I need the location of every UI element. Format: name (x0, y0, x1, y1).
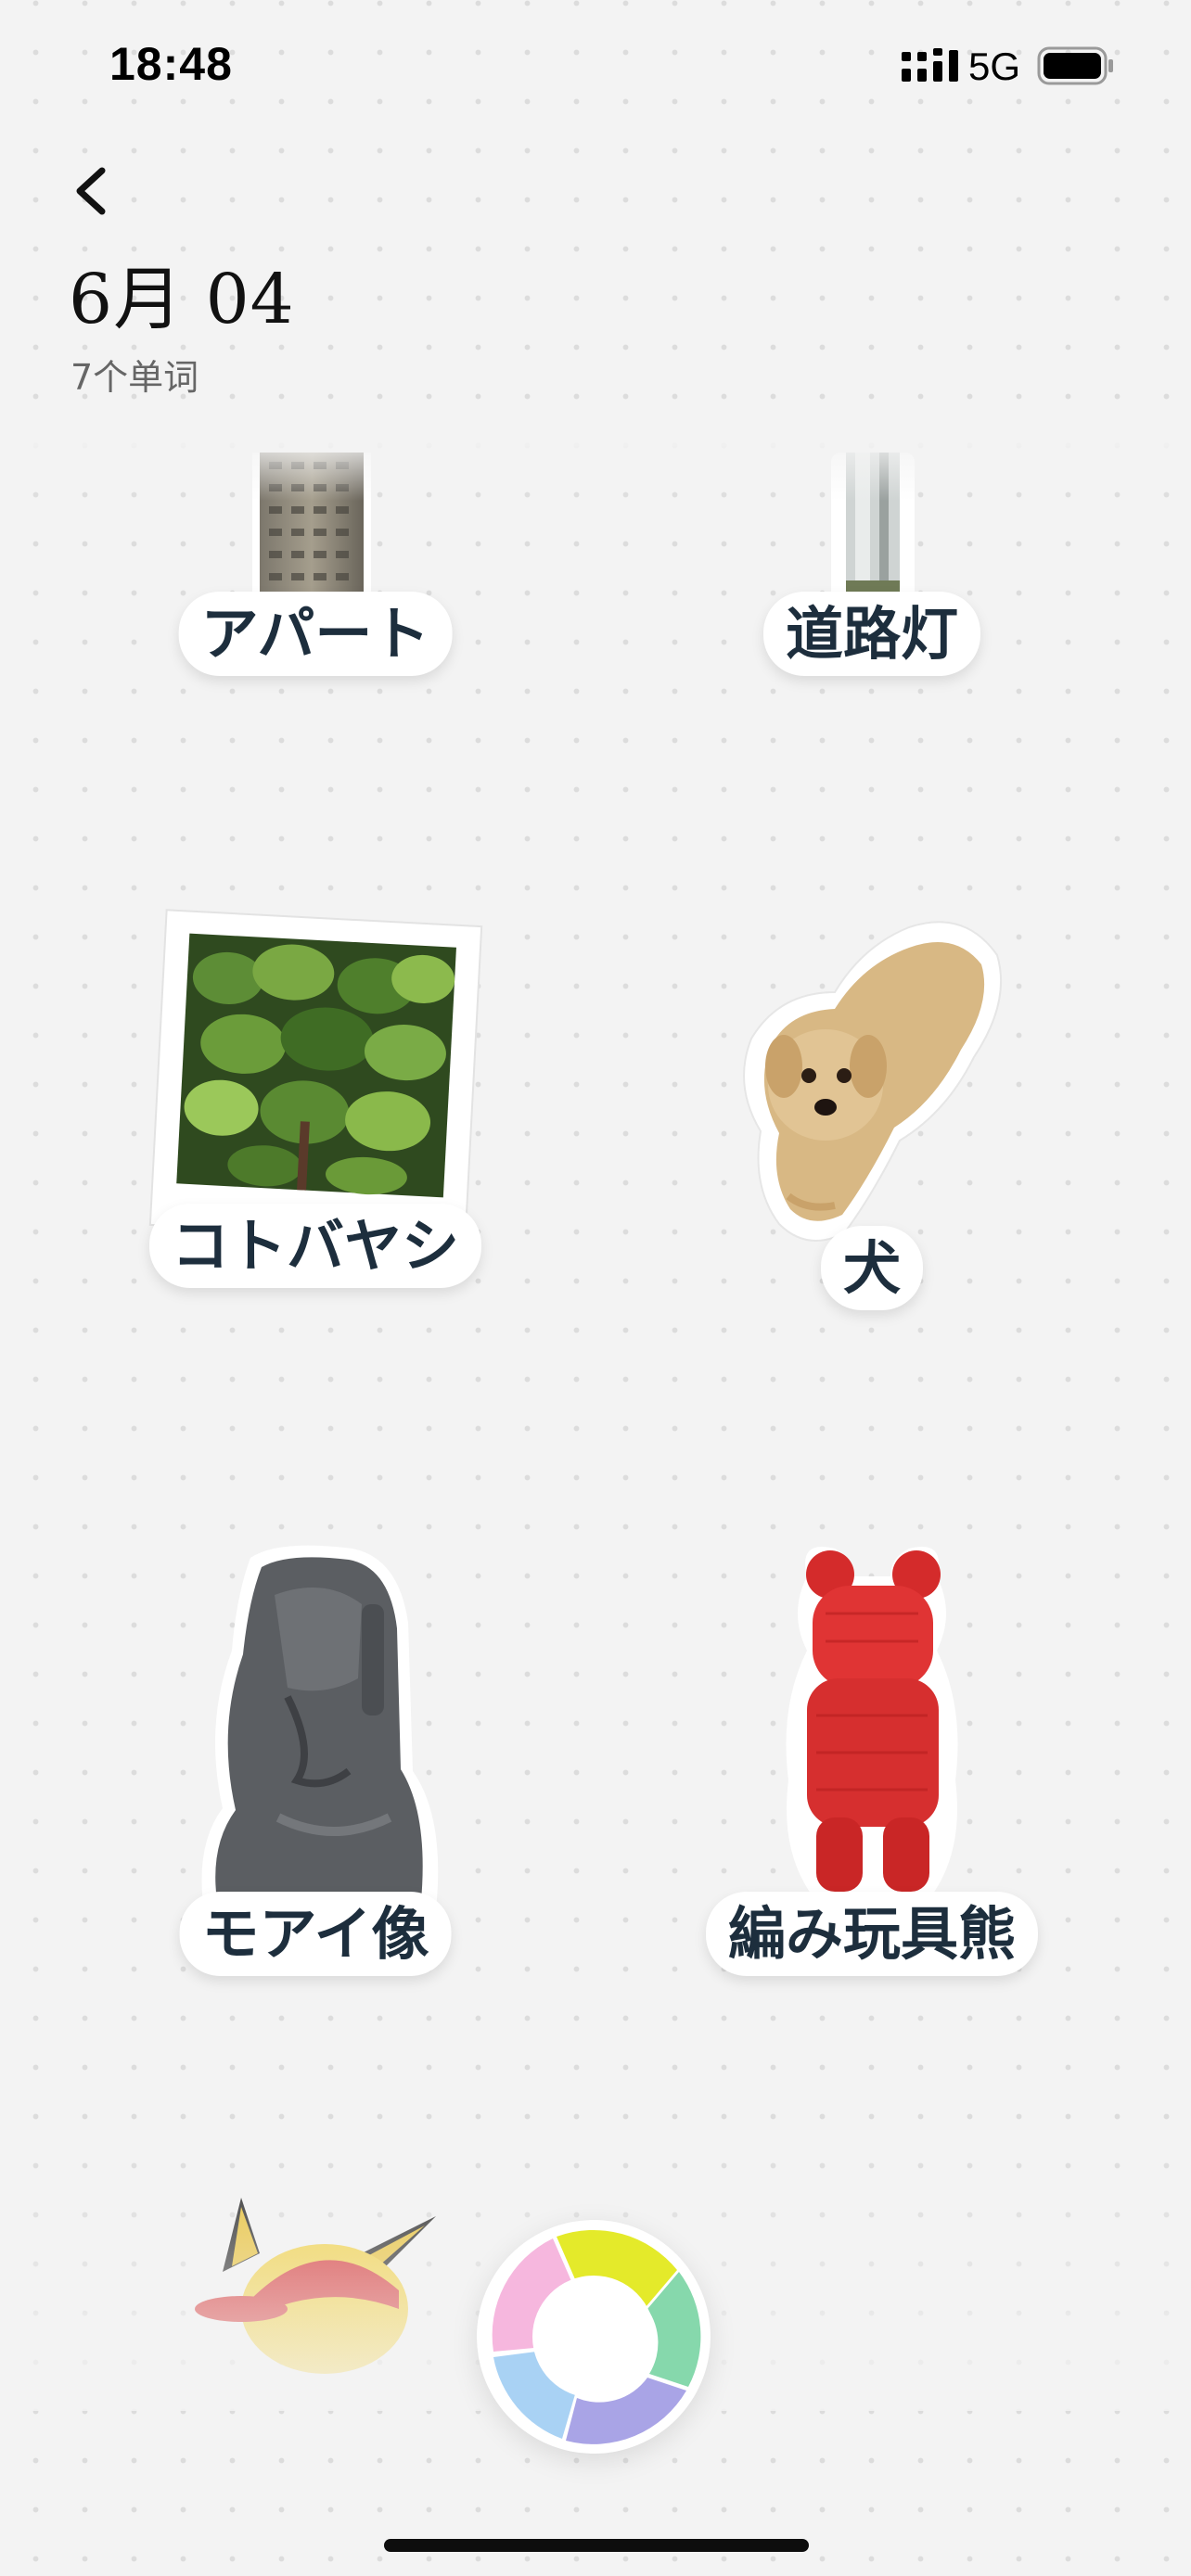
word-card-kotobayashi[interactable]: コトバヤシ (139, 909, 492, 1317)
cellular-signal-icon (902, 48, 958, 82)
camera-capture-button[interactable] (477, 2220, 711, 2454)
status-bar: 18:48 5G (0, 0, 1191, 130)
page-title: 6月 04 (69, 260, 295, 339)
dog-sticker-image (743, 921, 1003, 1242)
home-indicator (384, 2539, 809, 2552)
word-card-dog[interactable]: 犬 (724, 890, 1020, 1335)
battery-icon (1037, 46, 1113, 85)
word-label: 犬 (820, 1226, 924, 1311)
word-card-moai[interactable]: モアイ像 (148, 1539, 482, 1984)
word-label: 編み玩具熊 (705, 1892, 1039, 1977)
word-card-apartment[interactable]: アパート (148, 453, 482, 694)
knitted-red-bear-image (786, 1547, 958, 1901)
apartment-building-image (252, 453, 371, 610)
moai-statue-image (201, 1545, 439, 1910)
word-card-knitted-bear[interactable]: 編み玩具熊 (705, 1539, 1039, 1984)
camera-shutter-icon (492, 2229, 701, 2444)
status-time: 18:48 (109, 38, 233, 90)
word-count: 7个单词 (70, 357, 199, 398)
word-label: アパート (178, 592, 453, 677)
pikachu-cap-image (195, 2198, 436, 2374)
back-button[interactable] (56, 154, 130, 228)
word-card-pikachu[interactable] (186, 2188, 445, 2392)
word-label: コトバヤシ (148, 1204, 482, 1289)
word-label: モアイ像 (179, 1892, 452, 1977)
chevron-left-icon (76, 167, 106, 215)
network-label: 5G (968, 45, 1021, 88)
word-card-street-lamp[interactable]: 道路灯 (724, 453, 1020, 694)
street-lamp-image (831, 453, 915, 601)
word-label: 道路灯 (762, 592, 981, 677)
